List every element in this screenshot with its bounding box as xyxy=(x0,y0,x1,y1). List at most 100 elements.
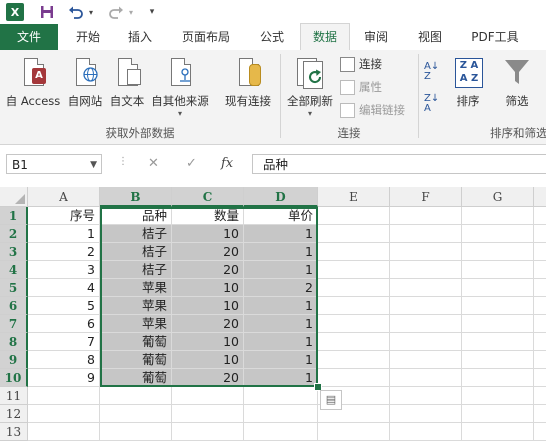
grid-cell[interactable] xyxy=(390,225,462,243)
grid-cell[interactable]: 1 xyxy=(244,333,318,351)
grid-cell[interactable] xyxy=(462,369,534,387)
grid-cell[interactable] xyxy=(462,207,534,225)
grid-cell[interactable]: 20 xyxy=(172,243,244,261)
column-header-b[interactable]: B xyxy=(100,187,172,207)
properties-button[interactable]: 属性 xyxy=(340,79,382,95)
grid-cell[interactable] xyxy=(462,423,534,441)
grid-cell[interactable] xyxy=(462,387,534,405)
grid-cell[interactable] xyxy=(172,387,244,405)
grid-cell[interactable] xyxy=(28,405,100,423)
grid-cell[interactable] xyxy=(172,405,244,423)
sort-a-to-z-button[interactable]: A↓ Z xyxy=(424,62,439,82)
grid-cell[interactable] xyxy=(390,297,462,315)
column-header-d[interactable]: D xyxy=(244,187,318,207)
tab-view[interactable]: 视图 xyxy=(406,24,454,50)
row-header[interactable]: 2 xyxy=(0,225,28,243)
grid-cell[interactable] xyxy=(462,333,534,351)
row-header[interactable]: 10 xyxy=(0,369,28,387)
sort-button[interactable]: Z AA Z 排序 xyxy=(448,56,488,109)
grid-cell[interactable]: 10 xyxy=(172,225,244,243)
grid-cell[interactable]: 2 xyxy=(28,243,100,261)
grid-cell[interactable]: 6 xyxy=(28,315,100,333)
grid-cell[interactable] xyxy=(318,261,390,279)
grid-cell[interactable] xyxy=(462,351,534,369)
column-header-c[interactable]: C xyxy=(172,187,244,207)
grid-cell[interactable] xyxy=(318,351,390,369)
grid-cell[interactable] xyxy=(244,387,318,405)
grid-cell[interactable]: 1 xyxy=(244,369,318,387)
grid-cell[interactable] xyxy=(318,225,390,243)
save-icon[interactable] xyxy=(38,3,56,21)
grid-cell[interactable] xyxy=(100,405,172,423)
connections-button[interactable]: 连接 xyxy=(340,56,382,72)
grid-cell[interactable]: 8 xyxy=(28,351,100,369)
excel-logo-icon[interactable]: X xyxy=(6,3,24,21)
grid-cell[interactable]: 10 xyxy=(172,333,244,351)
grid-cell[interactable]: 1 xyxy=(244,315,318,333)
tab-file[interactable]: 文件 xyxy=(0,24,58,50)
grid-cell[interactable]: 7 xyxy=(28,333,100,351)
grid-cell[interactable] xyxy=(390,369,462,387)
grid-cell[interactable]: 20 xyxy=(172,369,244,387)
grid-cell[interactable] xyxy=(390,405,462,423)
grid-cell[interactable]: 4 xyxy=(28,279,100,297)
tab-page-layout[interactable]: 页面布局 xyxy=(170,24,242,50)
redo-icon[interactable] xyxy=(106,3,126,21)
from-other-sources-button[interactable]: 自其他来源 ▾ xyxy=(148,56,212,118)
row-header[interactable]: 3 xyxy=(0,243,28,261)
existing-connections-button[interactable]: 现有连接 xyxy=(220,56,276,109)
filter-button[interactable]: 筛选 xyxy=(496,56,538,109)
row-header[interactable]: 6 xyxy=(0,297,28,315)
refresh-all-button[interactable]: 全部刷新 ▾ xyxy=(284,56,336,118)
edit-links-button[interactable]: 编辑链接 xyxy=(340,102,405,118)
grid-cell[interactable] xyxy=(534,297,546,315)
grid-cell[interactable]: 葡萄 xyxy=(100,369,172,387)
grid-cell[interactable] xyxy=(534,333,546,351)
grid-cell[interactable] xyxy=(318,207,390,225)
grid-cell[interactable] xyxy=(28,387,100,405)
grid-cell[interactable] xyxy=(462,279,534,297)
grid-cell[interactable] xyxy=(318,423,390,441)
grid-cell[interactable] xyxy=(534,369,546,387)
grid-cell[interactable] xyxy=(390,333,462,351)
grid-cell[interactable]: 品种 xyxy=(100,207,172,225)
grid-cell[interactable]: 10 xyxy=(172,279,244,297)
formula-input[interactable]: 品种 xyxy=(252,154,546,174)
grid-cell[interactable] xyxy=(534,279,546,297)
grid-cell[interactable] xyxy=(534,423,546,441)
grid-cell[interactable]: 3 xyxy=(28,261,100,279)
grid-cell[interactable] xyxy=(318,243,390,261)
column-header-h[interactable] xyxy=(534,187,546,207)
grid-cell[interactable]: 数量 xyxy=(172,207,244,225)
undo-icon[interactable] xyxy=(66,3,86,21)
grid-cell[interactable] xyxy=(318,279,390,297)
grid-cell[interactable] xyxy=(462,225,534,243)
row-header[interactable]: 13 xyxy=(0,423,28,441)
grid-cell[interactable]: 1 xyxy=(28,225,100,243)
cancel-icon[interactable]: ✕ xyxy=(148,156,159,171)
grid-cell[interactable]: 葡萄 xyxy=(100,333,172,351)
from-web-button[interactable]: 自网站 xyxy=(64,56,106,109)
chevron-down-icon[interactable]: ▼ xyxy=(90,155,97,175)
grid-cell[interactable]: 10 xyxy=(172,297,244,315)
grid-cell[interactable] xyxy=(244,405,318,423)
grid-cell[interactable] xyxy=(534,243,546,261)
grid-cell[interactable] xyxy=(534,261,546,279)
grid-cell[interactable] xyxy=(390,261,462,279)
grid-cell[interactable]: 20 xyxy=(172,261,244,279)
row-header[interactable]: 4 xyxy=(0,261,28,279)
grid-cell[interactable]: 1 xyxy=(244,351,318,369)
grid-cell[interactable] xyxy=(462,315,534,333)
grid-cell[interactable] xyxy=(100,423,172,441)
grid-cell[interactable] xyxy=(390,279,462,297)
tab-review[interactable]: 审阅 xyxy=(352,24,400,50)
from-text-button[interactable]: 自文本 xyxy=(106,56,148,109)
grid-cell[interactable]: 9 xyxy=(28,369,100,387)
grid-cell[interactable]: 桔子 xyxy=(100,225,172,243)
grid-cell[interactable] xyxy=(244,423,318,441)
tab-pdf-tools[interactable]: PDF工具 xyxy=(462,24,528,50)
grid-cell[interactable] xyxy=(534,387,546,405)
grid-cell[interactable]: 5 xyxy=(28,297,100,315)
grid-cell[interactable] xyxy=(534,405,546,423)
grid-cell[interactable]: 序号 xyxy=(28,207,100,225)
